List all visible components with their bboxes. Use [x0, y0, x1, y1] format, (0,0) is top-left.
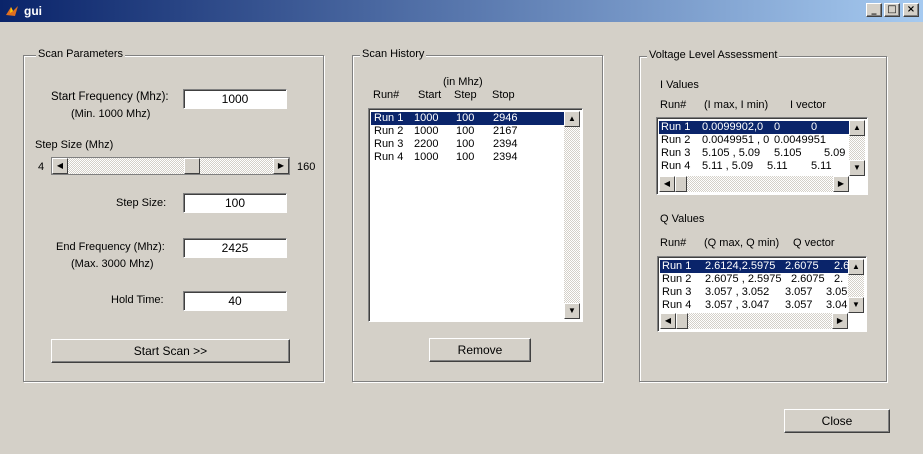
scroll-up-arrow[interactable]: ▲ — [848, 259, 864, 275]
step-size-label: Step Size: — [116, 197, 167, 209]
list-item[interactable]: Run 3 5.105 , 5.09 5.105 5.09 — [659, 147, 849, 160]
title-bar: gui _ □ × — [0, 0, 923, 22]
list-item[interactable]: Run 1 2.6124,2.5975 2.6075 2.6 — [660, 260, 849, 273]
start-frequency-label: Start Frequency (Mhz): — [51, 91, 169, 103]
remove-button[interactable]: Remove — [429, 338, 531, 362]
list-item[interactable]: Run 3 2200 100 2394 — [371, 138, 564, 151]
scroll-thumb[interactable] — [676, 313, 688, 329]
history-header-run: Run# — [373, 89, 400, 101]
slider-min-label: 4 — [38, 161, 45, 173]
end-frequency-max-label: (Max. 3000 Mhz) — [71, 258, 154, 270]
scan-history-listbox[interactable]: Run 1 1000 100 2946 Run 2 1000 100 2167 … — [368, 108, 583, 322]
end-frequency-label: End Frequency (Mhz): — [56, 241, 165, 253]
history-header-start: Start — [418, 89, 442, 101]
slider-left-arrow[interactable]: ◀ — [52, 158, 68, 174]
scroll-down-arrow[interactable]: ▼ — [564, 303, 580, 319]
q-horizontal-scrollbar[interactable]: ◀ ▶ — [660, 313, 848, 329]
history-header-stop: Stop — [492, 89, 515, 101]
list-item[interactable]: Run 4 3.057 , 3.047 3.057 3.04 — [660, 299, 848, 312]
slider-right-arrow[interactable]: ▶ — [273, 158, 289, 174]
q-values-title: Q Values — [660, 213, 705, 225]
history-vertical-scrollbar[interactable]: ▲ ▼ — [564, 111, 580, 319]
start-scan-button[interactable]: Start Scan >> — [51, 339, 290, 363]
step-size-input[interactable]: 100 — [183, 193, 287, 213]
history-header-step: Step — [454, 89, 477, 101]
close-window-button[interactable]: × — [903, 3, 919, 17]
hold-time-label: Hold Time: — [111, 294, 164, 306]
matlab-icon — [6, 6, 18, 16]
scroll-down-arrow[interactable]: ▼ — [848, 297, 864, 313]
scan-history-title: Scan History — [360, 48, 427, 60]
q-vertical-scrollbar[interactable]: ▲ ▼ — [848, 259, 864, 313]
i-header-run: Run# — [660, 99, 687, 111]
i-values-title: I Values — [660, 79, 699, 91]
scroll-up-arrow[interactable]: ▲ — [849, 120, 865, 136]
scroll-right-arrow[interactable]: ▶ — [833, 176, 849, 192]
i-horizontal-scrollbar[interactable]: ◀ ▶ — [659, 176, 849, 192]
slider-thumb[interactable] — [184, 158, 201, 174]
i-vertical-scrollbar[interactable]: ▲ ▼ — [849, 120, 865, 176]
start-frequency-input[interactable]: 1000 — [183, 89, 287, 109]
history-units-label: (in Mhz) — [443, 76, 483, 88]
list-item[interactable]: Run 4 5.11 , 5.09 5.11 5.11 — [659, 160, 849, 173]
scroll-up-arrow[interactable]: ▲ — [564, 111, 580, 127]
slider-max-label: 160 — [297, 161, 316, 173]
list-item[interactable]: Run 1 1000 100 2946 — [371, 112, 564, 125]
list-item[interactable]: Run 4 1000 100 2394 — [371, 151, 564, 164]
window-title: gui — [24, 4, 42, 18]
q-header-minmax: (Q max, Q min) — [704, 237, 780, 249]
end-frequency-input[interactable]: 2425 — [183, 238, 287, 258]
scan-parameters-title: Scan Parameters — [36, 48, 125, 60]
list-item[interactable]: Run 1 0.0099902,0 0 0 — [659, 121, 849, 134]
voltage-assessment-title: Voltage Level Assessment — [647, 49, 780, 61]
start-frequency-min-label: (Min. 1000 Mhz) — [71, 108, 151, 120]
scroll-left-arrow[interactable]: ◀ — [659, 176, 675, 192]
i-header-minmax: (I max, I min) — [704, 99, 769, 111]
maximize-button[interactable]: □ — [884, 3, 900, 17]
scroll-thumb[interactable] — [675, 176, 687, 192]
list-item[interactable]: Run 2 2.6075 , 2.5975 2.6075 2. — [660, 273, 848, 286]
scroll-down-arrow[interactable]: ▼ — [849, 160, 865, 176]
step-size-mhz-label: Step Size (Mhz) — [35, 139, 114, 151]
hold-time-input[interactable]: 40 — [183, 291, 287, 311]
list-item[interactable]: Run 2 0.0049951 , 0 0.0049951 — [659, 134, 849, 147]
i-header-vector: I vector — [790, 99, 827, 111]
scroll-right-arrow[interactable]: ▶ — [832, 313, 848, 329]
i-values-listbox[interactable]: Run 1 0.0099902,0 0 0 Run 2 0.0049951 , … — [656, 117, 868, 195]
q-header-vector: Q vector — [793, 237, 835, 249]
step-size-slider[interactable]: ◀ ▶ — [51, 157, 290, 175]
close-button[interactable]: Close — [784, 409, 890, 433]
q-values-listbox[interactable]: Run 1 2.6124,2.5975 2.6075 2.6 Run 2 2.6… — [657, 256, 867, 332]
minimize-button[interactable]: _ — [866, 3, 882, 17]
list-item[interactable]: Run 2 1000 100 2167 — [371, 125, 564, 138]
q-header-run: Run# — [660, 237, 687, 249]
scroll-left-arrow[interactable]: ◀ — [660, 313, 676, 329]
list-item[interactable]: Run 3 3.057 , 3.052 3.057 3.05 — [660, 286, 848, 299]
